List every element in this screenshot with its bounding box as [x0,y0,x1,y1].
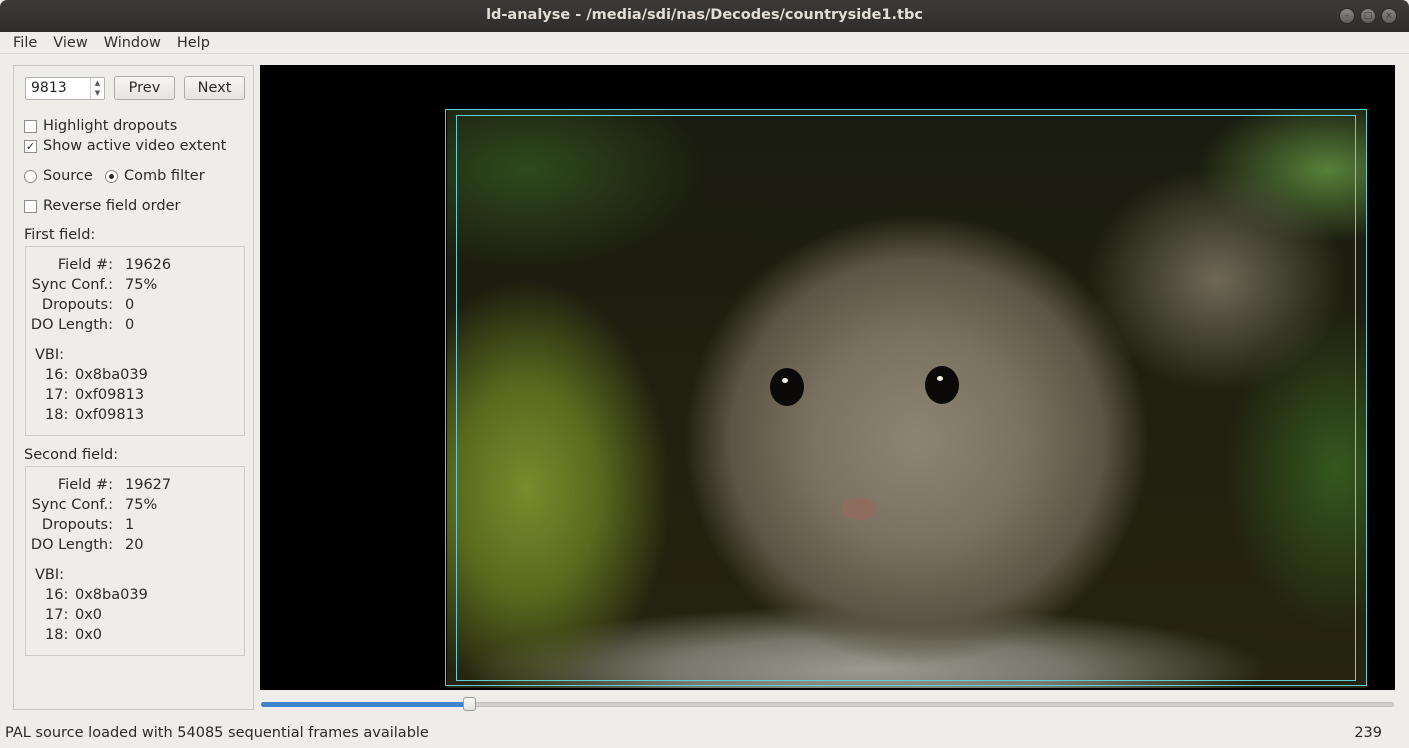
slider-fill [261,702,467,707]
menu-view[interactable]: View [45,35,95,51]
spin-arrows-icon[interactable]: ▲ ▼ [90,78,104,99]
row-value: 0 [125,317,135,333]
row-value: 20 [125,537,144,553]
slider-handle[interactable] [463,697,476,711]
vbi-hex: 0x8ba039 [75,587,148,603]
minimize-icon[interactable]: – [1339,8,1355,24]
prev-button[interactable]: Prev [114,76,175,100]
show-active-video-checkbox[interactable]: ✓ Show active video extent [24,138,226,154]
row-value: 75% [125,277,158,293]
menu-help[interactable]: Help [169,35,218,51]
frame-number-value[interactable]: 9813 [31,80,67,96]
status-bar: PAL source loaded with 54085 sequential … [0,722,1409,748]
second-field-number-row: Field #: 19627 [26,477,244,497]
radio-off-icon[interactable] [24,169,37,183]
vbi-hex: 0x8ba039 [75,367,148,383]
second-sync-conf-row: Sync Conf.: 75% [26,497,244,517]
status-message: PAL source loaded with 54085 sequential … [5,725,429,741]
frame-number-spinbox[interactable]: 9813 ▲ ▼ [25,77,105,100]
second-vbi-label: VBI: [35,567,65,583]
row-key: Dropouts: [41,517,113,533]
next-button[interactable]: Next [184,76,245,100]
control-panel: 9813 ▲ ▼ Prev Next Highlight dropouts ✓ S… [13,65,254,710]
row-value: 0 [125,297,135,313]
second-dropouts-row: Dropouts: 1 [26,517,244,537]
vbi-line: 17: [45,387,69,403]
first-dropouts-row: Dropouts: 0 [26,297,244,317]
maximize-icon[interactable]: □ [1360,8,1376,24]
vbi-hex: 0xf09813 [75,387,145,403]
row-value: 75% [125,497,158,513]
first-do-length-row: DO Length: 0 [26,317,244,337]
vbi-line: 16: [45,367,69,383]
close-icon[interactable]: × [1381,8,1397,24]
source-radio-label: Source [43,168,93,184]
checkbox-unchecked-icon[interactable] [24,199,37,213]
row-key: Field #: [57,257,113,273]
second-field-heading: Second field: [24,447,119,463]
checkbox-checked-icon[interactable]: ✓ [24,139,37,153]
row-key: Dropouts: [41,297,113,313]
reverse-field-order-label: Reverse field order [43,198,181,214]
comb-filter-radio-label: Comb filter [124,168,205,184]
row-key: Field #: [57,477,113,493]
window-title: ld-analyse - /media/sdi/nas/Decodes/coun… [486,7,923,23]
window-controls: – □ × [1339,8,1397,24]
comb-filter-radio[interactable]: Comb filter [105,168,205,184]
radio-on-icon[interactable] [105,169,118,183]
menu-file[interactable]: File [5,35,45,51]
row-value: 19626 [125,257,172,273]
show-active-video-label: Show active video extent [43,138,227,154]
video-display[interactable] [260,65,1395,690]
first-sync-conf-row: Sync Conf.: 75% [26,277,244,297]
vbi-hex: 0xf09813 [75,407,145,423]
status-value: 239 [1354,725,1382,741]
active-video-extent-inner [456,115,1356,681]
frame-slider[interactable] [261,697,1394,711]
first-field-number-row: Field #: 19626 [26,257,244,277]
row-key: DO Length: [30,317,113,333]
title-bar[interactable]: ld-analyse - /media/sdi/nas/Decodes/coun… [0,0,1409,32]
vbi-line: 17: [45,607,69,623]
second-field-info: Field #: 19627 Sync Conf.: 75% Dropouts:… [25,466,245,656]
first-field-info: Field #: 19626 Sync Conf.: 75% Dropouts:… [25,246,245,436]
row-key: Sync Conf.: [31,497,113,513]
row-value: 19627 [125,477,172,493]
reverse-field-order-checkbox[interactable]: Reverse field order [24,198,180,214]
highlight-dropouts-label: Highlight dropouts [43,118,178,134]
vbi-hex: 0x0 [75,607,103,623]
menu-window[interactable]: Window [96,35,169,51]
vbi-hex: 0x0 [75,627,103,643]
row-value: 1 [125,517,135,533]
highlight-dropouts-checkbox[interactable]: Highlight dropouts [24,118,177,134]
source-radio[interactable]: Source [24,168,93,184]
checkbox-unchecked-icon[interactable] [24,119,37,133]
app-window: ld-analyse - /media/sdi/nas/Decodes/coun… [0,0,1409,748]
row-key: DO Length: [30,537,113,553]
vbi-line: 16: [45,587,69,603]
first-field-heading: First field: [24,227,96,243]
vbi-line: 18: [45,407,69,423]
second-do-length-row: DO Length: 20 [26,537,244,557]
first-vbi-label: VBI: [35,347,65,363]
menu-bar: File View Window Help [0,32,1409,54]
vbi-line: 18: [45,627,69,643]
row-key: Sync Conf.: [31,277,113,293]
